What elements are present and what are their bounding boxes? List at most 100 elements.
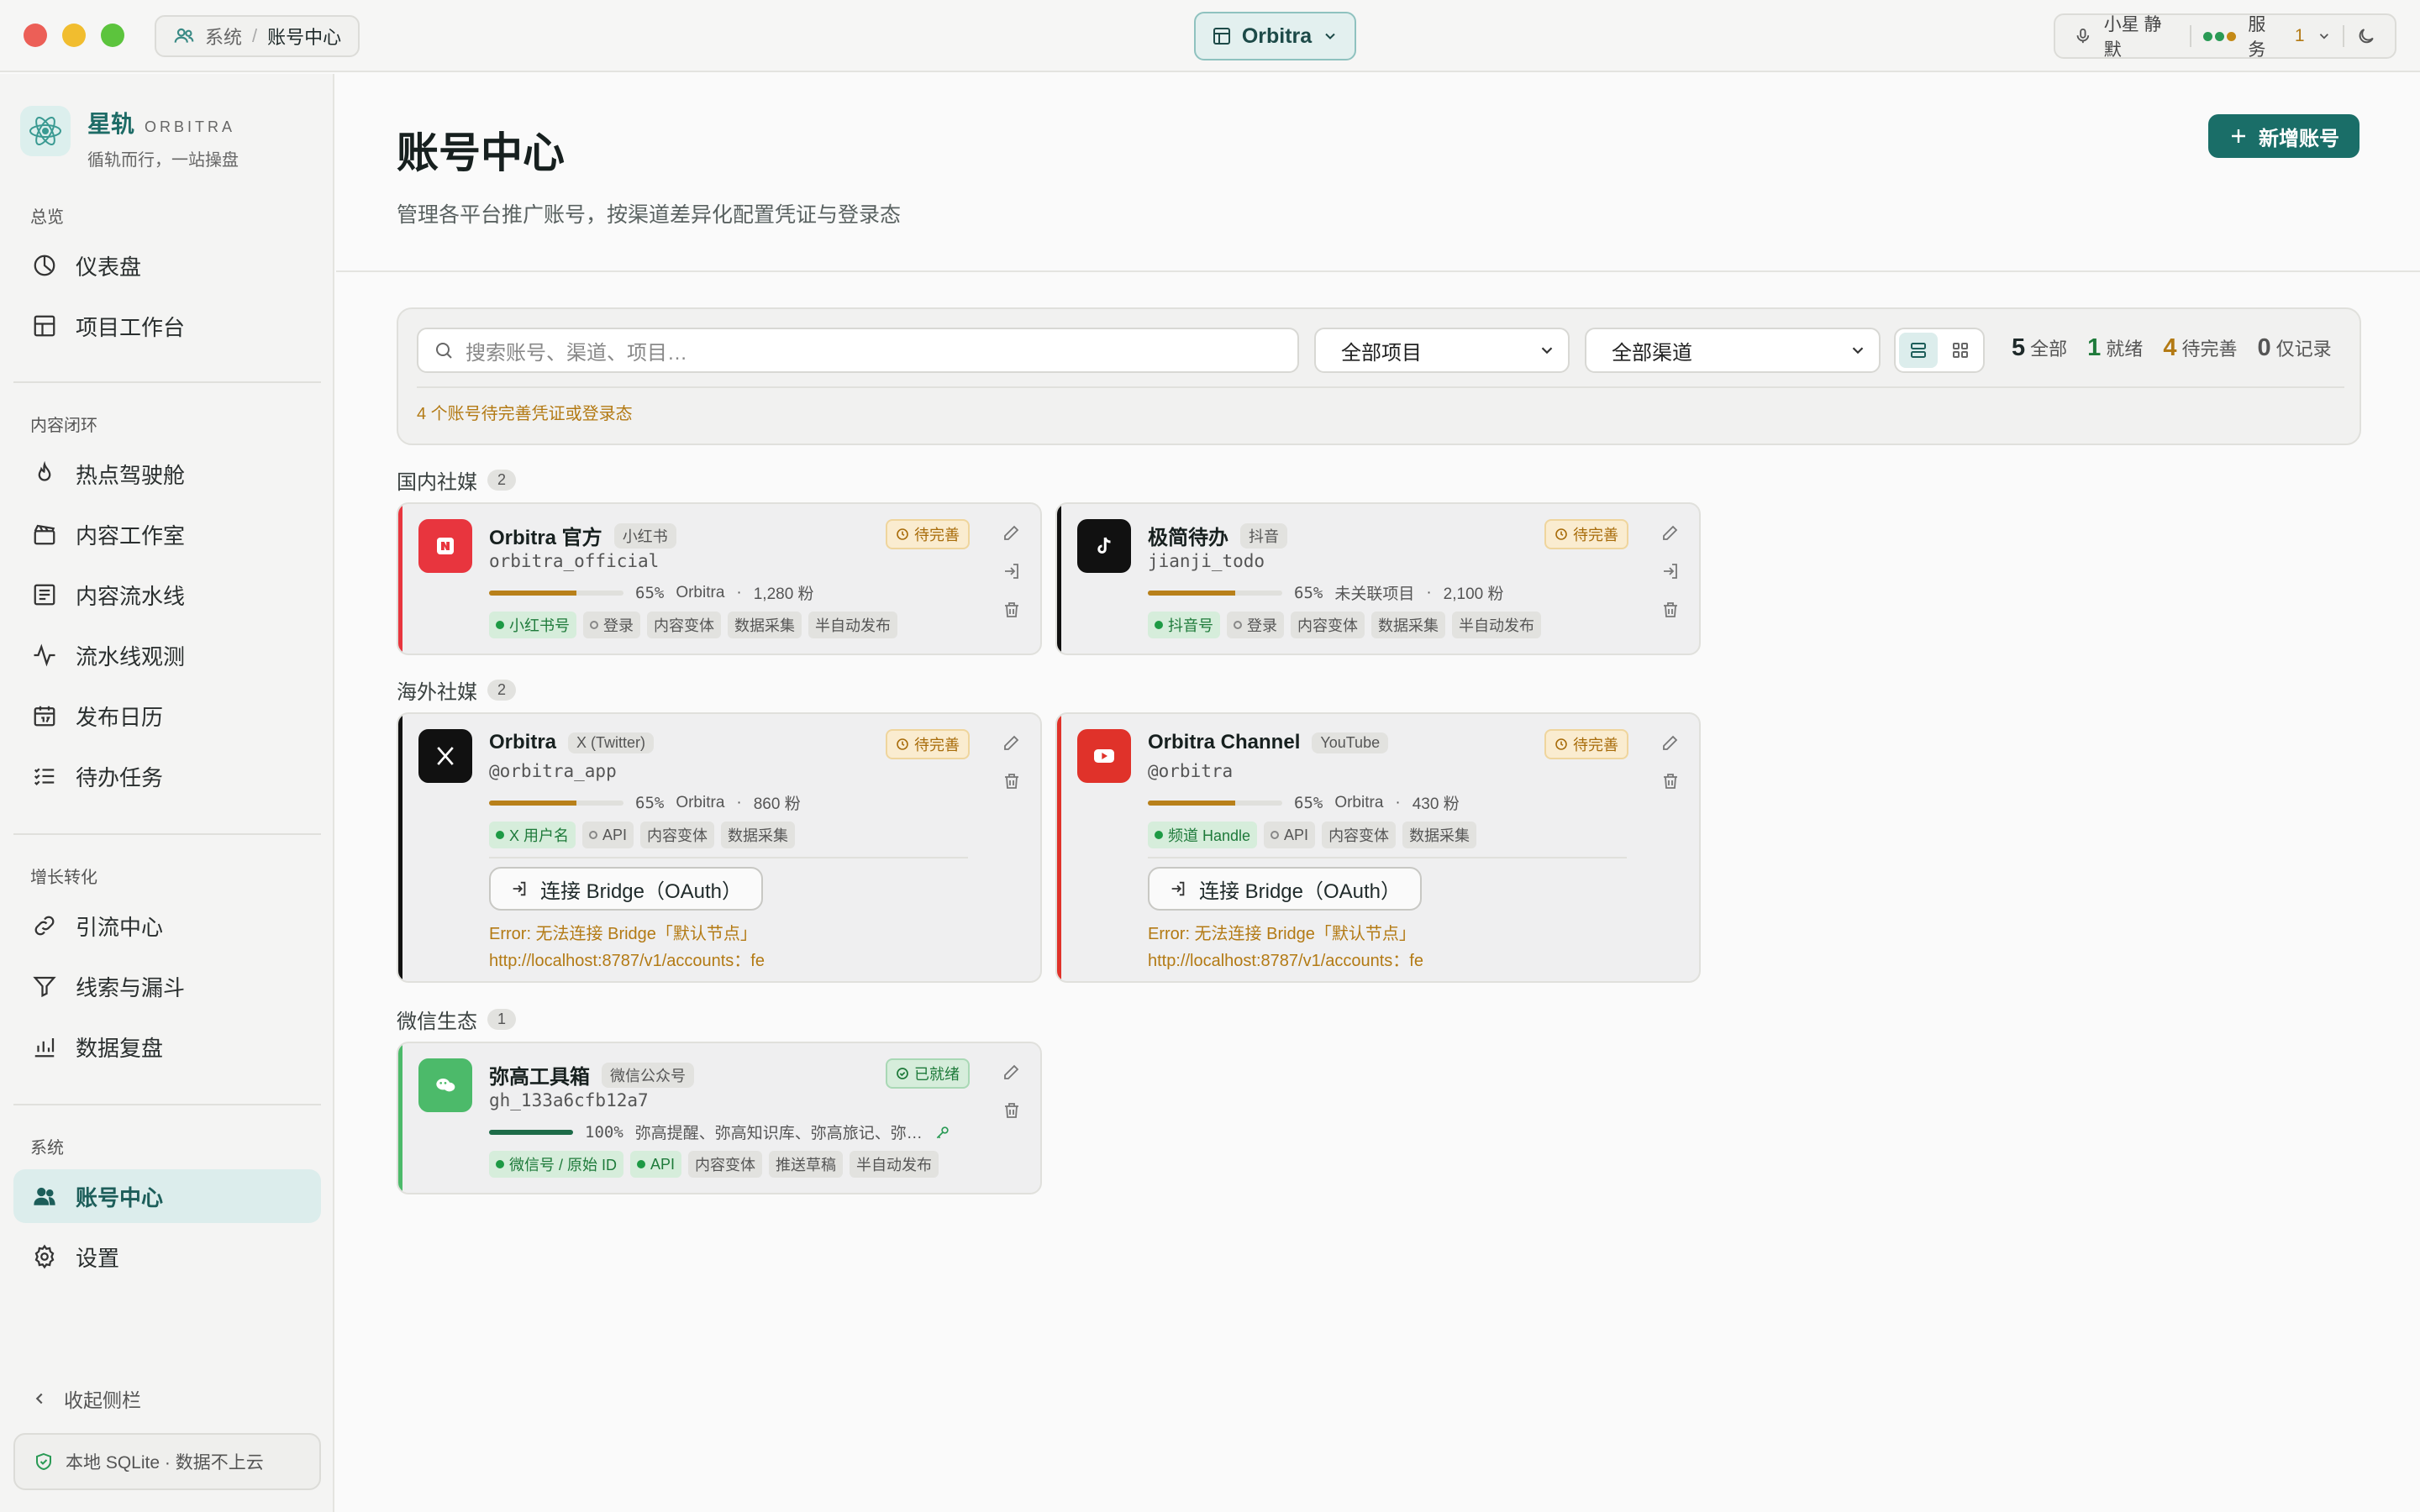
search-input[interactable]: 搜索账号、渠道、项目… [417, 328, 1299, 373]
status-badge: 待完善 [886, 729, 970, 759]
minimize-window-button[interactable] [62, 24, 86, 47]
edit-icon[interactable] [1002, 732, 1022, 753]
login-icon [1171, 881, 1185, 896]
connect-bridge-button[interactable]: 连接 Bridge（OAuth） [1148, 867, 1422, 911]
xiaohongshu-logo-icon [418, 519, 472, 573]
gear-icon [34, 1244, 55, 1269]
account-card-x[interactable]: Orbitra X (Twitter) @orbitra_app 65% Orbi… [397, 712, 1042, 983]
assistant-status[interactable]: 小星 静默 [2104, 11, 2179, 61]
sidebar-item-publish-calendar[interactable]: 发布日历 [13, 689, 321, 743]
trash-icon[interactable] [1660, 771, 1681, 791]
edit-icon[interactable] [1002, 522, 1022, 543]
sidebar-item-account-center[interactable]: 账号中心 [13, 1169, 321, 1223]
account-handle: jianji_todo [1148, 551, 1265, 571]
main-content: 账号中心 管理各平台推广账号，按渠道差异化配置凭证与登录态 新增账号 搜索账号、… [336, 74, 2420, 1512]
sidebar-item-dashboard[interactable]: 仪表盘 [13, 239, 321, 292]
account-name: 极简待办 抖音 [1148, 521, 1287, 550]
account-card-wechat[interactable]: 弥高工具箱 微信公众号 gh_133a6cfb12a7 100% 弥高提醒、弥高知… [397, 1042, 1042, 1194]
edit-icon[interactable] [1660, 732, 1681, 753]
sidebar-item-label: 热点驾驶舱 [76, 462, 186, 488]
edit-icon[interactable] [1660, 522, 1681, 543]
collapse-label: 收起侧栏 [64, 1389, 141, 1411]
brand[interactable]: 星轨 ORBITRA 循轨而行，一站操盘 [20, 106, 239, 171]
nav-section-content: 内容闭环 [30, 417, 97, 435]
add-account-button[interactable]: 新增账号 [2208, 114, 2360, 158]
sidebar-item-project-workbench[interactable]: 项目工作台 [13, 299, 321, 353]
check-circle-icon [897, 1068, 908, 1079]
account-card-douyin[interactable]: 极简待办 抖音 jianji_todo 65% 未关联项目 · 2,100 粉 抖音号… [1055, 502, 1701, 655]
card-actions [1002, 1062, 1022, 1121]
filter-panel: 搜索账号、渠道、项目… 全部项目 全部渠道 5 全部 1 就绪 4 待完善 0 仅记录 … [397, 307, 2361, 445]
trash-icon[interactable] [1002, 1100, 1022, 1121]
trash-icon[interactable] [1002, 771, 1022, 791]
sidebar-item-pipeline-observe[interactable]: 流水线观测 [13, 628, 321, 682]
layout-icon [34, 315, 55, 337]
group-title: 海外社媒 [397, 681, 477, 704]
microphone-icon[interactable] [2074, 27, 2092, 45]
gauge-icon [34, 255, 55, 276]
chip-feature: 数据采集 [728, 612, 802, 638]
error-message: Error: 无法连接 Bridge「默认节点」 http://localhost… [489, 925, 765, 970]
breadcrumb-parent[interactable]: 系统 [205, 23, 242, 50]
brand-tagline: 循轨而行，一站操盘 [87, 151, 239, 170]
count-all[interactable]: 5 全部 [2012, 334, 2067, 362]
account-name: 弥高工具箱 微信公众号 [489, 1060, 694, 1089]
trash-icon[interactable] [1002, 600, 1022, 620]
count-record-only[interactable]: 0 仅记录 [2257, 334, 2331, 362]
project-filter-select[interactable]: 全部项目 [1314, 328, 1570, 373]
grid-view-button[interactable] [1941, 333, 1980, 368]
clock-icon [897, 528, 908, 540]
completion-progress: 65% Orbitra · 430 粉 [1148, 791, 1460, 814]
channel-filter-value: 全部渠道 [1612, 341, 1692, 365]
users-icon [174, 28, 194, 43]
collapse-sidebar-button[interactable]: 收起侧栏 [30, 1384, 141, 1413]
sidebar-item-content-pipeline[interactable]: 内容流水线 [13, 568, 321, 622]
zoom-window-button[interactable] [101, 24, 124, 47]
breadcrumb[interactable]: 系统 / 账号中心 [155, 15, 360, 57]
sidebar-item-todo[interactable]: 待办任务 [13, 749, 321, 803]
chip-credential: 微信号 / 原始 ID [489, 1151, 624, 1178]
project-switcher[interactable]: Orbitra [1194, 12, 1356, 60]
chevron-down-icon[interactable] [2317, 29, 2332, 44]
login-icon[interactable] [1002, 561, 1022, 581]
service-label[interactable]: 服务 [2248, 11, 2282, 61]
service-count: 1 [2294, 26, 2305, 45]
status-badge: 待完善 [1544, 729, 1628, 759]
sidebar-item-label: 仪表盘 [76, 254, 142, 280]
key-icon[interactable] [934, 1124, 951, 1141]
close-window-button[interactable] [24, 24, 47, 47]
list-view-button[interactable] [1899, 333, 1938, 368]
sidebar-item-hot-cockpit[interactable]: 热点驾驶舱 [13, 447, 321, 501]
sidebar: 星轨 ORBITRA 循轨而行，一站操盘 总览 仪表盘 项目工作台 内容闭环 热点… [0, 74, 334, 1512]
sidebar-item-traffic-center[interactable]: 引流中心 [13, 899, 321, 953]
trash-icon[interactable] [1660, 600, 1681, 620]
card-actions [1660, 732, 1681, 791]
sidebar-item-leads-funnel[interactable]: 线索与漏斗 [13, 959, 321, 1013]
edit-icon[interactable] [1002, 1062, 1022, 1082]
login-icon[interactable] [1660, 561, 1681, 581]
account-card-xiaohongshu[interactable]: Orbitra 官方 小红书 orbitra_official 65% Orbit… [397, 502, 1042, 655]
orbit-logo-icon [20, 106, 71, 156]
sidebar-item-label: 线索与漏斗 [76, 974, 186, 1000]
account-name: Orbitra 官方 小红书 [489, 521, 676, 550]
page-title: 账号中心 [397, 129, 565, 176]
moon-icon[interactable] [2356, 26, 2376, 46]
calendar-icon [34, 706, 55, 727]
youtube-logo-icon [1077, 729, 1131, 783]
count-pending[interactable]: 4 待完善 [2163, 334, 2237, 362]
sidebar-item-settings[interactable]: 设置 [13, 1230, 321, 1284]
account-card-youtube[interactable]: Orbitra Channel YouTube @orbitra 65% Orbi… [1055, 712, 1701, 983]
chevron-down-icon [1325, 33, 1335, 39]
channel-filter-select[interactable]: 全部渠道 [1585, 328, 1881, 373]
sidebar-item-label: 账号中心 [76, 1184, 164, 1210]
account-handle: orbitra_official [489, 551, 660, 571]
count-ready[interactable]: 1 就绪 [2087, 334, 2143, 362]
sidebar-item-content-studio[interactable]: 内容工作室 [13, 507, 321, 561]
platform-tag: 微信公众号 [602, 1062, 694, 1088]
storage-label: 本地 SQLite · 数据不上云 [66, 1453, 264, 1473]
divider [417, 386, 2344, 388]
chip-feature: 数据采集 [1402, 822, 1477, 848]
connect-bridge-button[interactable]: 连接 Bridge（OAuth） [489, 867, 763, 911]
sidebar-item-data-review[interactable]: 数据复盘 [13, 1020, 321, 1074]
brand-name-en: ORBITRA [145, 118, 236, 135]
